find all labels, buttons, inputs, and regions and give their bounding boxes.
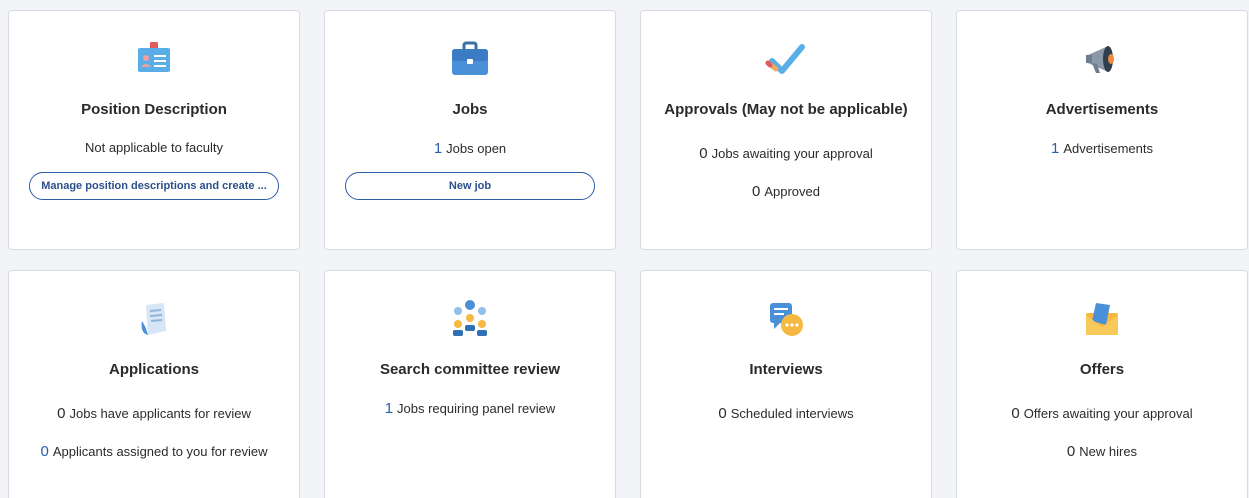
card-title: Jobs [452, 101, 488, 118]
envelope-icon [957, 297, 1247, 341]
new-job-button[interactable]: New job [345, 172, 595, 200]
panel-review-count[interactable]: 1 [385, 400, 393, 417]
search-committee-review-card: Search committee review 1 Jobs requiring … [324, 270, 616, 498]
card-title: Advertisements [1045, 101, 1159, 118]
jobs-awaiting-approval-count: 0 [699, 145, 708, 162]
scheduled-interviews-label: Scheduled interviews [730, 406, 854, 421]
applicants-assigned-stat: 0 Applicants assigned to you for review [9, 443, 299, 460]
approved-label: Approved [764, 184, 820, 199]
offers-awaiting-approval-count: 0 [1011, 405, 1020, 422]
card-title: Offers [1079, 361, 1125, 378]
applicants-assigned-count[interactable]: 0 [41, 443, 49, 460]
briefcase-icon [325, 37, 615, 81]
scheduled-interviews-stat: 0 Scheduled interviews [641, 405, 931, 422]
applicants-assigned-label: Applicants assigned to you for review [52, 444, 268, 459]
new-hires-label: New hires [1079, 444, 1138, 459]
documents-icon [9, 297, 299, 341]
scheduled-interviews-count: 0 [718, 405, 727, 422]
advertisements-stat: 1 Advertisements [957, 140, 1247, 157]
card-text: Not applicable to faculty [84, 140, 224, 155]
panel-review-stat: 1 Jobs requiring panel review [325, 400, 615, 417]
card-title: Interviews [749, 361, 823, 378]
jobs-awaiting-approval-label: Jobs awaiting your approval [711, 146, 873, 161]
manage-position-descriptions-button[interactable]: Manage position descriptions and create … [29, 172, 279, 200]
checkmark-pencil-icon [641, 37, 931, 81]
approvals-card: Approvals (May not be applicable) 0 Jobs … [640, 10, 932, 250]
offers-awaiting-approval-label: Offers awaiting your approval [1023, 406, 1193, 421]
card-title: Position Description [81, 101, 227, 118]
committee-icon [325, 297, 615, 341]
advertisements-count[interactable]: 1 [1051, 140, 1059, 157]
interviews-card: Interviews 0 Scheduled interviews [640, 270, 932, 498]
jobs-open-stat: 1 Jobs open [325, 140, 615, 157]
advertisements-label: Advertisements [1063, 141, 1153, 156]
card-title: Applications [108, 361, 199, 378]
approved-stat: 0 Approved [641, 183, 931, 200]
jobs-open-label: Jobs open [446, 141, 507, 156]
advertisements-card: Advertisements 1 Advertisements [956, 10, 1248, 250]
jobs-have-applicants-count: 0 [57, 405, 66, 422]
position-description-card: Position Description Not applicable to f… [8, 10, 300, 250]
jobs-card: Jobs 1 Jobs open New job [324, 10, 616, 250]
jobs-have-applicants-stat: 0 Jobs have applicants for review [9, 405, 299, 422]
approved-count: 0 [752, 183, 761, 200]
chat-bubbles-icon [641, 297, 931, 341]
offers-awaiting-approval-stat: 0 Offers awaiting your approval [957, 405, 1247, 422]
jobs-have-applicants-label: Jobs have applicants for review [69, 406, 251, 421]
jobs-open-count[interactable]: 1 [434, 140, 442, 157]
card-title: Approvals (May not be applicable) [664, 101, 908, 118]
new-hires-stat: 0 New hires [957, 443, 1247, 460]
applications-card: Applications 0 Jobs have applicants for r… [8, 270, 300, 498]
offers-card: Offers 0 Offers awaiting your approval 0N… [956, 270, 1248, 498]
panel-review-label: Jobs requiring panel review [397, 401, 556, 416]
card-title: Search committee review [379, 361, 561, 378]
new-hires-count: 0 [1066, 443, 1076, 460]
jobs-awaiting-approval-stat: 0 Jobs awaiting your approval [641, 145, 931, 162]
megaphone-icon [957, 37, 1247, 81]
id-card-icon [9, 37, 299, 81]
